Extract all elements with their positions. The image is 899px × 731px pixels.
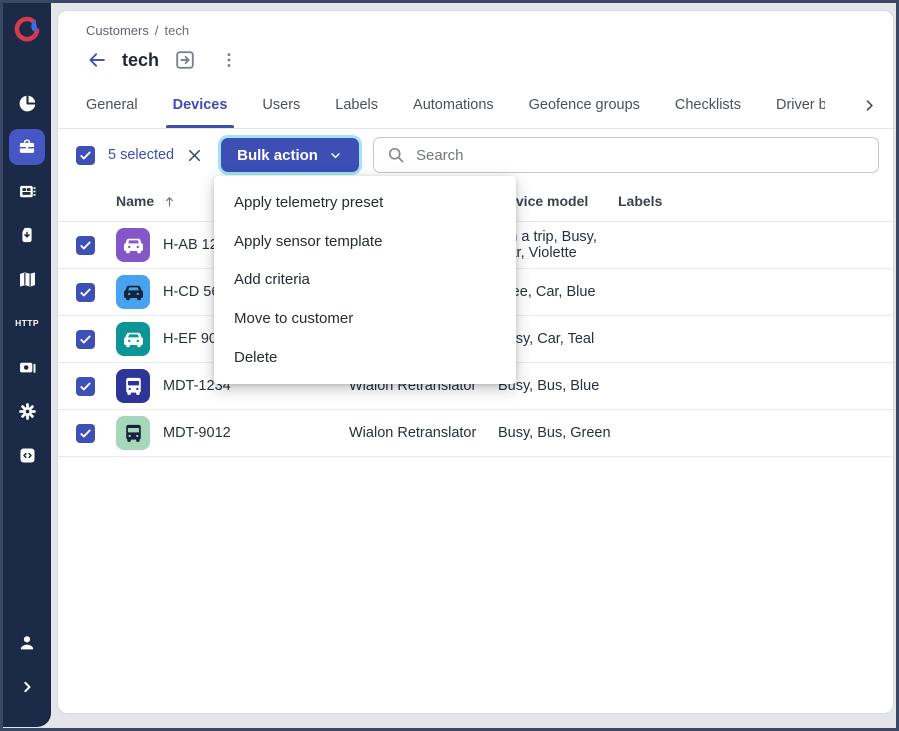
navixy-logo[interactable] xyxy=(7,9,47,49)
device-labels: Busy, Car, Teal xyxy=(498,331,618,347)
back-button[interactable] xyxy=(86,49,108,71)
gear-icon xyxy=(17,401,38,422)
column-header-model[interactable]: Device model xyxy=(498,193,618,209)
code-box-icon xyxy=(17,445,38,466)
sidebar-item-sim-cards[interactable] xyxy=(9,217,45,253)
device-labels: Busy, Bus, Green xyxy=(498,425,618,441)
device-labels: Free, Car, Blue xyxy=(498,284,618,300)
kebab-menu-icon xyxy=(219,50,239,70)
briefcase-icon xyxy=(17,137,37,157)
open-customer-button[interactable] xyxy=(173,48,197,72)
row-checkbox[interactable] xyxy=(76,330,95,349)
column-header-name[interactable]: Name xyxy=(116,193,154,209)
sidebar-item-maps[interactable] xyxy=(9,261,45,297)
check-icon xyxy=(78,426,93,441)
breadcrumb: Customers / tech xyxy=(86,23,869,38)
vehicle-icon xyxy=(116,322,150,356)
row-checkbox[interactable] xyxy=(76,236,95,255)
sort-ascending-icon[interactable] xyxy=(162,194,177,209)
table-row[interactable]: MDT-9012 Offline: < 1 h Wialon Retransla… xyxy=(58,410,893,457)
sidebar-item-integrations[interactable] xyxy=(9,437,45,473)
row-checkbox[interactable] xyxy=(76,377,95,396)
tabs-scroll-right-button[interactable] xyxy=(860,96,879,115)
map-icon xyxy=(17,269,38,290)
select-all-checkbox[interactable] xyxy=(76,146,95,165)
bulk-action-button[interactable]: Bulk action xyxy=(221,138,359,172)
menu-item-move-to-customer[interactable]: Move to customer xyxy=(214,299,516,338)
sim-download-icon xyxy=(17,225,37,245)
vehicle-icon xyxy=(116,228,150,262)
arrow-left-icon xyxy=(86,49,108,71)
http-icon: HTTP xyxy=(15,318,39,328)
bulk-action-label: Bulk action xyxy=(237,147,318,164)
sidebar-item-media[interactable] xyxy=(9,349,45,385)
chevron-down-icon xyxy=(328,148,343,163)
bulk-toolbar: 5 selected Bulk action xyxy=(58,129,893,181)
check-icon xyxy=(78,285,93,300)
tab-general[interactable]: General xyxy=(86,82,138,128)
more-actions-button[interactable] xyxy=(219,50,239,70)
sidebar-item-dashboard[interactable] xyxy=(9,85,45,121)
tab-devices[interactable]: Devices xyxy=(173,82,228,128)
car-icon xyxy=(122,328,145,351)
tab-users[interactable]: Users xyxy=(262,82,300,128)
exit-to-app-icon xyxy=(173,48,197,72)
clear-selection-button[interactable] xyxy=(185,146,204,165)
sidebar-expand-button[interactable] xyxy=(9,669,45,705)
tab-geofence-groups[interactable]: Geofence groups xyxy=(529,82,640,128)
chevron-right-icon xyxy=(17,677,37,697)
search-icon xyxy=(386,145,406,165)
device-labels: Busy, Bus, Blue xyxy=(498,378,618,394)
row-checkbox[interactable] xyxy=(76,424,95,443)
device-model: Wialon Retranslator xyxy=(349,425,498,441)
device-name: MDT-9012 xyxy=(163,425,349,441)
check-icon xyxy=(78,379,93,394)
vehicle-icon xyxy=(116,275,150,309)
selected-count: 5 selected xyxy=(108,147,174,163)
person-icon xyxy=(16,632,38,654)
breadcrumb-separator: / xyxy=(155,23,159,38)
vehicle-icon xyxy=(116,416,150,450)
search-input[interactable] xyxy=(416,147,868,164)
sidebar-item-devices[interactable] xyxy=(9,173,45,209)
column-header-labels[interactable]: Labels xyxy=(618,193,893,209)
chevron-right-icon xyxy=(860,96,879,115)
wallet-icon xyxy=(17,357,38,378)
breadcrumb-current: tech xyxy=(164,23,189,38)
tab-driver-behavior[interactable]: Driver behavior xyxy=(776,82,825,128)
sidebar-item-settings[interactable] xyxy=(9,393,45,429)
bus-icon xyxy=(122,375,145,398)
breadcrumb-customers[interactable]: Customers xyxy=(86,23,149,38)
pie-chart-icon xyxy=(17,93,38,114)
menu-item-add-criteria[interactable]: Add criteria xyxy=(214,261,516,300)
row-checkbox[interactable] xyxy=(76,283,95,302)
menu-item-apply-sensor-template[interactable]: Apply sensor template xyxy=(214,222,516,261)
menu-item-apply-telemetry-preset[interactable]: Apply telemetry preset xyxy=(214,183,516,222)
search-box xyxy=(373,137,879,173)
main-panel: Customers / tech tech xyxy=(57,10,894,714)
check-icon xyxy=(78,238,93,253)
tab-checklists[interactable]: Checklists xyxy=(675,82,741,128)
vehicle-icon xyxy=(116,369,150,403)
check-icon xyxy=(78,148,93,163)
close-icon xyxy=(185,146,204,165)
check-icon xyxy=(78,332,93,347)
sidebar-item-user[interactable] xyxy=(9,625,45,661)
bus-icon xyxy=(122,422,145,445)
tab-automations[interactable]: Automations xyxy=(413,82,494,128)
car-icon xyxy=(122,281,145,304)
bulk-action-menu: Apply telemetry preset Apply sensor temp… xyxy=(214,176,516,384)
menu-item-delete[interactable]: Delete xyxy=(214,338,516,377)
sidebar-item-fleet[interactable] xyxy=(9,129,45,165)
car-icon xyxy=(122,234,145,257)
sidebar: HTTP xyxy=(3,3,51,727)
device-labels: On a trip, Busy, Car, Violette xyxy=(498,229,618,261)
sidebar-item-http[interactable]: HTTP xyxy=(9,305,45,341)
page-title: tech xyxy=(122,50,159,71)
tab-bar: General Devices Users Labels Automations… xyxy=(58,82,893,129)
page-header: Customers / tech tech xyxy=(58,11,893,82)
device-card-icon xyxy=(17,181,38,202)
tab-labels[interactable]: Labels xyxy=(335,82,378,128)
